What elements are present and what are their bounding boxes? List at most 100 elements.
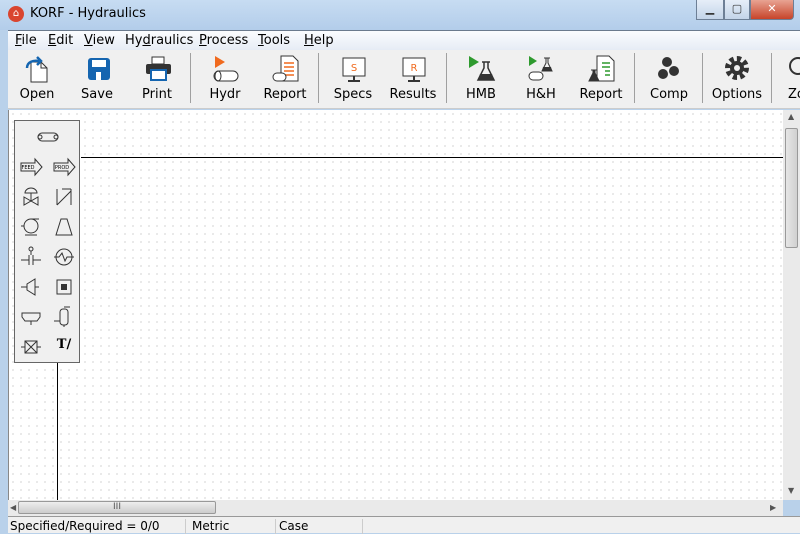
- menu-help-label: Help: [304, 33, 334, 48]
- open-label: Open: [19, 87, 55, 102]
- pipe-line[interactable]: [81, 157, 784, 158]
- equipment-palette: FEED PROD T/: [14, 120, 80, 363]
- window-title: KORF - Hydraulics: [30, 6, 146, 21]
- open-button[interactable]: Open: [7, 50, 67, 108]
- heat-exchanger-tool-icon[interactable]: [52, 245, 76, 269]
- orifice-tool-icon[interactable]: [19, 245, 43, 269]
- process-report-button[interactable]: Report: [571, 50, 631, 108]
- pipe-tool-icon[interactable]: [36, 125, 60, 149]
- components-button[interactable]: Comp: [639, 50, 699, 108]
- specs-label: Specs: [333, 87, 373, 102]
- status-specified: Specified/Required = 0/0: [10, 519, 186, 534]
- run-pipe-flask-icon: [528, 56, 553, 81]
- toolbar-separator: [771, 53, 772, 103]
- hmb-label: HMB: [466, 87, 496, 102]
- run-hydraulics-icon: [213, 56, 239, 82]
- comp-label: Comp: [650, 87, 688, 102]
- nozzle-tool-icon[interactable]: [19, 275, 43, 299]
- menu-hydraulics-label: raulics: [150, 33, 194, 48]
- toolbar-separator: [318, 53, 319, 103]
- options-label: Options: [711, 87, 763, 102]
- menu-edit-label: Edit: [48, 33, 74, 48]
- hydraulics-report-button[interactable]: Report: [255, 50, 315, 108]
- hh-button[interactable]: H&H: [511, 50, 571, 108]
- horizontal-scroll-thumb[interactable]: III: [18, 501, 216, 514]
- horizontal-scrollbar[interactable]: ◀ III ▶: [8, 500, 783, 516]
- menu-hydraulics-pre: Hy: [125, 33, 143, 48]
- maximize-button[interactable]: ▢: [724, 0, 750, 20]
- pipe-line[interactable]: [57, 360, 58, 500]
- text-tool[interactable]: T/: [52, 337, 76, 361]
- status-units: Metric: [192, 519, 276, 534]
- toolbar-separator: [446, 53, 447, 103]
- run-flask-icon: [469, 56, 496, 81]
- toolbar-separator: [190, 53, 191, 103]
- results-monitor-icon: R: [402, 57, 426, 82]
- scroll-up-arrow[interactable]: ▲: [788, 112, 794, 121]
- drawing-canvas[interactable]: FEED PROD T/: [8, 110, 784, 500]
- vertical-scroll-thumb[interactable]: [785, 128, 798, 248]
- status-bar: Specified/Required = 0/0 Metric Case: [8, 516, 800, 534]
- menu-hydraulics[interactable]: Hydraulics: [125, 33, 193, 48]
- pump-tool-icon[interactable]: [19, 215, 43, 239]
- save-button[interactable]: Save: [67, 50, 127, 108]
- vessel-tool-icon[interactable]: [52, 305, 76, 329]
- title-bar: ⌂ KORF - Hydraulics ▁ ▢ ✕: [0, 0, 800, 30]
- hmb-button[interactable]: HMB: [451, 50, 511, 108]
- printer-icon: [146, 56, 171, 81]
- report-label: Report: [263, 87, 307, 102]
- menu-file[interactable]: File: [15, 33, 37, 48]
- menu-view[interactable]: View: [84, 33, 115, 48]
- check-valve-tool-icon[interactable]: [52, 185, 76, 209]
- scroll-right-arrow[interactable]: ▶: [770, 503, 776, 512]
- prod-text: PROD: [55, 165, 69, 171]
- minimize-button[interactable]: ▁: [696, 0, 724, 20]
- specs-button[interactable]: S Specs: [323, 50, 383, 108]
- feed-tool-icon[interactable]: FEED: [19, 155, 43, 179]
- hydr-label: Hydr: [209, 87, 241, 102]
- tank-tool-icon[interactable]: [19, 305, 43, 329]
- menu-process-key: P: [199, 33, 207, 48]
- menu-tools[interactable]: Tools: [258, 33, 290, 48]
- print-label: Print: [142, 87, 172, 102]
- results-button[interactable]: R Results: [383, 50, 443, 108]
- compressor-tool-icon[interactable]: [52, 215, 76, 239]
- specs-monitor-icon: S: [342, 57, 366, 82]
- product-tool-icon[interactable]: PROD: [52, 155, 76, 179]
- menu-bar: File Edit View Hydraulics Process Tools …: [8, 30, 800, 50]
- misc-equipment-tool-icon[interactable]: [19, 335, 43, 359]
- options-button[interactable]: Options: [707, 50, 767, 108]
- vertical-scrollbar[interactable]: ▲ ▼: [783, 110, 800, 500]
- scroll-left-arrow[interactable]: ◀: [10, 503, 16, 512]
- menu-edit[interactable]: Edit: [48, 33, 73, 48]
- hydr-run-button[interactable]: Hydr: [195, 50, 255, 108]
- process-report-label: Report: [579, 87, 623, 102]
- menu-process-label: rocess: [206, 33, 249, 48]
- pipe-report-icon: [272, 55, 299, 82]
- components-icon: [658, 57, 679, 79]
- gear-icon: [725, 56, 749, 80]
- feed-text: FEED: [21, 165, 34, 171]
- save-disk-icon: [88, 58, 110, 80]
- results-label: Results: [389, 87, 437, 102]
- control-valve-tool-icon[interactable]: [19, 185, 43, 209]
- toolbar: Open Save Print Hydr Report S Specs R Re…: [8, 50, 800, 109]
- open-file-icon: [25, 56, 48, 83]
- app-logo-icon: ⌂: [8, 6, 24, 22]
- flask-report-icon: [588, 55, 615, 82]
- results-glyph: R: [411, 63, 418, 74]
- magnifier-icon: [789, 57, 800, 75]
- menu-process[interactable]: Process: [199, 33, 248, 48]
- scroll-down-arrow[interactable]: ▼: [788, 486, 794, 495]
- specs-glyph: S: [351, 63, 357, 74]
- menu-help[interactable]: Help: [304, 33, 334, 48]
- menu-hydraulics-key: d: [142, 33, 151, 48]
- equipment-box-tool-icon[interactable]: [52, 275, 76, 299]
- print-button[interactable]: Print: [127, 50, 187, 108]
- zoom-label: Zo: [788, 87, 800, 102]
- toolbar-separator: [702, 53, 703, 103]
- zoom-button[interactable]: Zo: [776, 50, 800, 108]
- save-label: Save: [81, 87, 113, 102]
- hh-label: H&H: [526, 87, 556, 102]
- close-button[interactable]: ✕: [750, 0, 794, 20]
